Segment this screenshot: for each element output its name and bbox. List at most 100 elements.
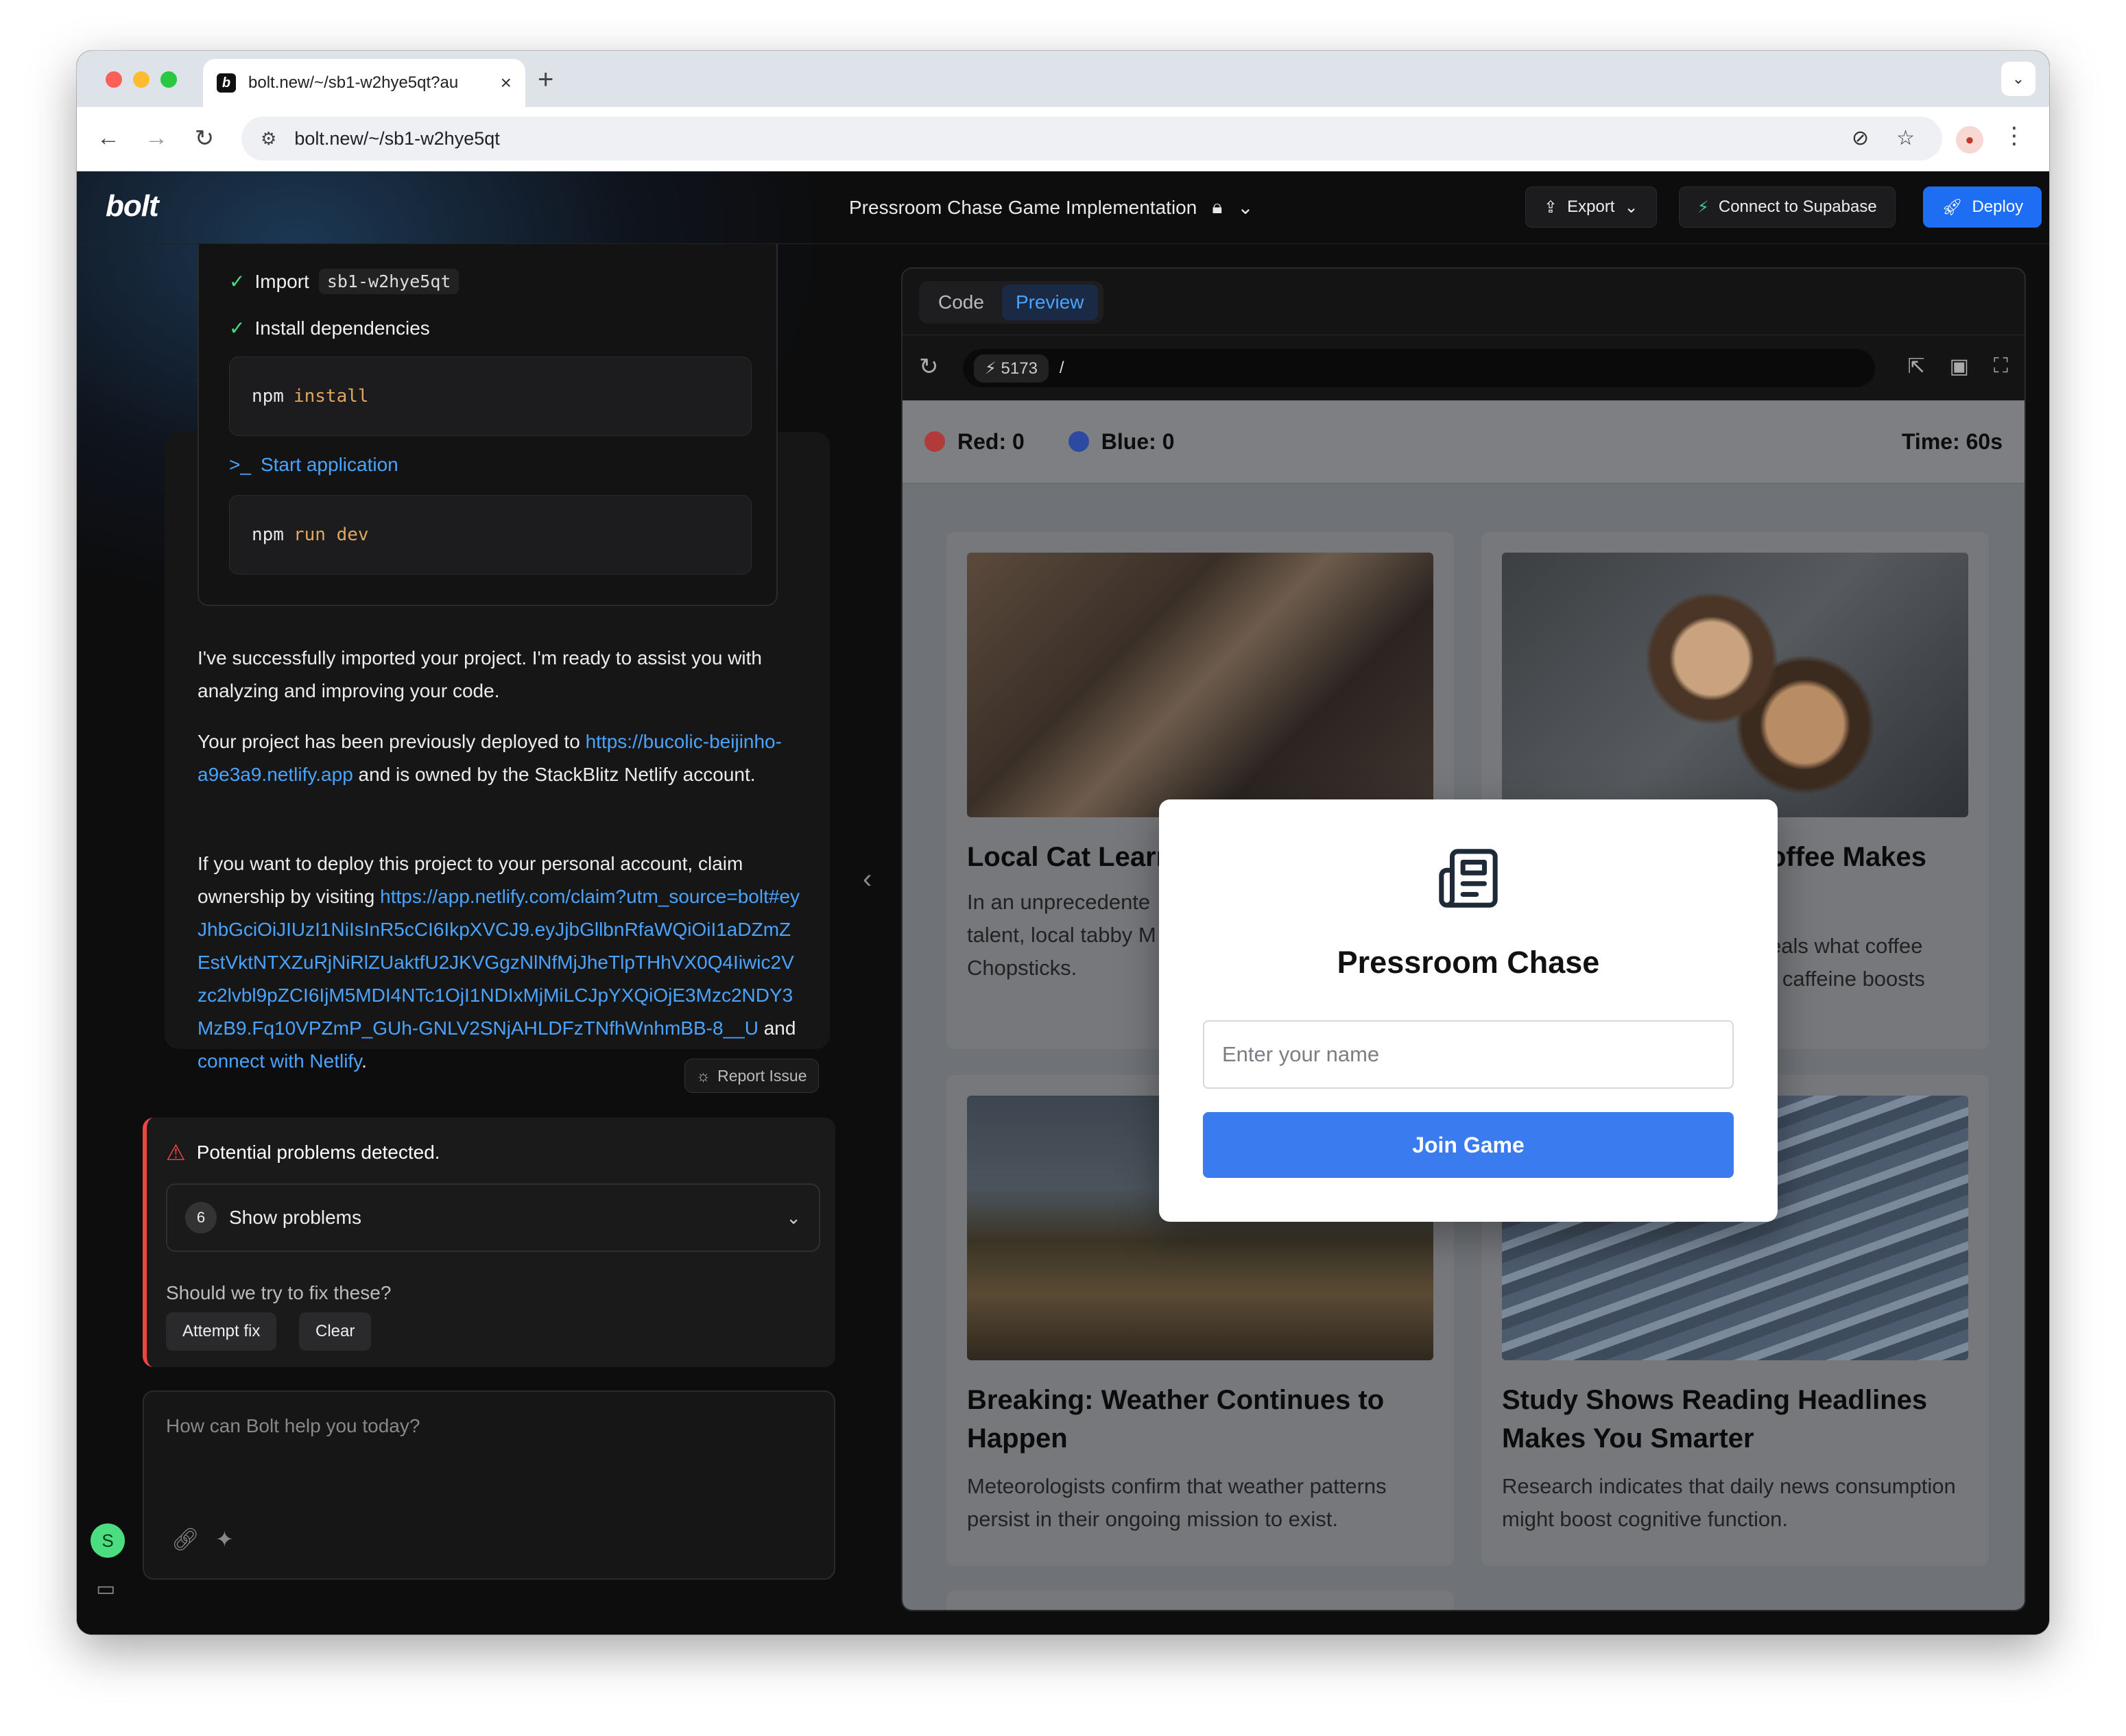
browser-menu-icon[interactable]: ⋮ xyxy=(2003,122,2026,149)
open-external-icon[interactable]: ⇱ xyxy=(1908,354,1925,378)
project-title-group[interactable]: Pressroom Chase Game Implementation 🔒︎ ⌄ xyxy=(849,196,1254,219)
report-issue-button[interactable]: ☼ Report Issue xyxy=(684,1059,819,1093)
start-command: npm run dev xyxy=(229,495,752,575)
import-label: Import xyxy=(254,270,309,292)
news-card[interactable] xyxy=(946,1591,1454,1610)
install-label: Install dependencies xyxy=(254,317,430,339)
lock-icon: 🔒︎ xyxy=(1212,196,1223,217)
connect-supabase-button[interactable]: ⚡ Connect to Supabase xyxy=(1679,186,1896,228)
check-icon: ✓ xyxy=(229,317,246,339)
export-button[interactable]: ⇪ Export ⌄ xyxy=(1525,186,1657,228)
reload-icon[interactable]: ↻ xyxy=(191,125,218,152)
back-arrow-icon[interactable]: ← xyxy=(95,125,122,152)
command: npm xyxy=(252,386,284,407)
port-badge[interactable]: ⚡︎ 5173 xyxy=(974,354,1049,383)
text: Your project has been previously deploye… xyxy=(198,731,586,752)
preview-path: / xyxy=(1059,359,1064,377)
piano-image xyxy=(967,553,1433,817)
bolt-logo[interactable]: bolt xyxy=(106,189,159,224)
attempt-fix-button[interactable]: Attempt fix xyxy=(166,1312,277,1351)
red-score: Red: 0 xyxy=(924,429,1025,455)
start-label: Start application xyxy=(260,454,398,475)
tab-title: bolt.new/~/sb1-w2hye5qt?au xyxy=(248,73,459,92)
card-body: Research indicates that daily news consu… xyxy=(1502,1474,1956,1531)
command-arg: run dev xyxy=(293,525,369,545)
command-arg: install xyxy=(293,386,369,407)
install-command: npm install xyxy=(229,357,752,436)
address-bar[interactable]: ⚙ bolt.new/~/sb1-w2hye5qt ⊘ ☆ xyxy=(241,117,1942,160)
connect-netlify-link[interactable]: connect with Netlify xyxy=(198,1050,361,1072)
minimize-window-button[interactable] xyxy=(133,71,150,88)
preview-url-bar: ↻ ⚡︎ 5173 / ⇱ ▣ ⛶ xyxy=(903,335,2025,400)
show-problems-toggle[interactable]: 6 Show problems ⌄ xyxy=(166,1183,820,1252)
close-window-button[interactable] xyxy=(106,71,122,88)
join-game-button[interactable]: Join Game xyxy=(1203,1112,1734,1178)
message-paragraph-2: Your project has been previously deploye… xyxy=(198,725,801,791)
deploy-button[interactable]: 🚀︎ Deploy xyxy=(1923,186,2042,228)
tab-strip: b bolt.new/~/sb1-w2hye5qt?au × + ⌄ xyxy=(77,51,2049,107)
show-problems-label: Show problems xyxy=(229,1207,361,1228)
problems-header: ⚠ Potential problems detected. xyxy=(166,1140,440,1166)
text: and xyxy=(758,1017,796,1039)
tab-code[interactable]: Code xyxy=(924,285,998,320)
forward-arrow-icon[interactable]: → xyxy=(143,125,170,152)
game-page: Red: 0 Blue: 0 Time: 60s Local Cat Learn… xyxy=(903,400,2025,1610)
sidebar-toggle-icon[interactable]: ▭ xyxy=(96,1577,115,1601)
bolt-favicon-icon: b xyxy=(217,73,236,93)
port-number: 5173 xyxy=(1001,359,1038,378)
bolt-app: bolt Pressroom Chase Game Implementation… xyxy=(77,171,2049,1635)
eye-off-icon[interactable]: ⊘ xyxy=(1852,126,1869,150)
clear-button[interactable]: Clear xyxy=(299,1312,372,1351)
preview-address[interactable]: ⚡︎ 5173 / xyxy=(963,349,1875,387)
problem-count-badge: 6 xyxy=(185,1202,217,1233)
card-title: Study Shows Reading Headlines Makes You … xyxy=(1502,1385,1928,1454)
share-icon: ⇪ xyxy=(1544,197,1558,217)
problems-panel: ⚠ Potential problems detected. 6 Show pr… xyxy=(143,1118,835,1367)
preview-actions: ⇱ ▣ ⛶ xyxy=(1908,354,2009,378)
claim-link[interactable]: https://app.netlify.com/claim?utm_source… xyxy=(198,886,800,1039)
problems-title: Potential problems detected. xyxy=(196,1142,440,1163)
window-controls xyxy=(106,71,177,88)
bug-icon: ☼ xyxy=(696,1066,711,1085)
report-label: Report Issue xyxy=(717,1066,807,1085)
browser-toolbar: ← → ↻ ⚙ bolt.new/~/sb1-w2hye5qt ⊘ ☆ ● ⋮ xyxy=(77,107,2049,171)
blue-score-text: Blue: 0 xyxy=(1101,429,1175,454)
modal-title: Pressroom Chase xyxy=(1337,945,1600,980)
blue-score: Blue: 0 xyxy=(1068,429,1175,455)
extension-icon[interactable]: ● xyxy=(1956,126,1983,154)
bookmark-star-icon[interactable]: ☆ xyxy=(1896,126,1915,150)
join-modal: Pressroom Chase Join Game xyxy=(1159,799,1778,1222)
attach-link-icon[interactable]: 🔗︎ xyxy=(171,1526,200,1552)
step-start[interactable]: >_ Start application xyxy=(229,454,398,476)
terminal-icon: >_ xyxy=(229,454,251,475)
tab-preview[interactable]: Preview xyxy=(1001,285,1098,320)
step-import: ✓ Import sb1-w2hye5qt xyxy=(229,269,459,294)
prompt-input[interactable] xyxy=(166,1415,811,1497)
site-settings-icon[interactable]: ⚙ xyxy=(261,128,276,149)
browser-tab[interactable]: b bolt.new/~/sb1-w2hye5qt?au × xyxy=(203,59,525,107)
enhance-sparkle-icon[interactable]: ✦ xyxy=(215,1526,234,1552)
name-input[interactable] xyxy=(1203,1020,1734,1089)
supabase-label: Connect to Supabase xyxy=(1718,197,1877,216)
url-text: bolt.new/~/sb1-w2hye5qt xyxy=(294,128,500,149)
project-title: Pressroom Chase Game Implementation xyxy=(849,196,1197,218)
close-tab-icon[interactable]: × xyxy=(501,72,512,94)
refresh-icon[interactable]: ↻ xyxy=(919,353,939,381)
chevron-down-icon: ⌄ xyxy=(1624,197,1638,217)
blue-dot-icon xyxy=(1068,431,1089,452)
newspaper-icon xyxy=(1439,849,1498,908)
fullscreen-icon[interactable]: ⛶ xyxy=(1994,354,2008,378)
view-toggle: Code Preview xyxy=(919,281,1103,324)
device-toggle-icon[interactable]: ▣ xyxy=(1950,354,1969,378)
rocket-icon: 🚀︎ xyxy=(1942,197,1963,217)
message-paragraph-3: If you want to deploy this project to yo… xyxy=(198,847,801,1078)
tab-search-chevron-icon[interactable]: ⌄ xyxy=(2001,62,2035,96)
warning-icon: ⚠ xyxy=(166,1140,186,1165)
command: npm xyxy=(252,525,284,545)
project-id-chip: sb1-w2hye5qt xyxy=(318,269,459,294)
new-tab-button[interactable]: + xyxy=(538,64,553,95)
collapse-chevron-icon[interactable]: ‹ xyxy=(863,864,872,895)
maximize-window-button[interactable] xyxy=(160,71,177,88)
export-label: Export xyxy=(1567,197,1615,216)
user-avatar[interactable]: S xyxy=(91,1523,125,1558)
